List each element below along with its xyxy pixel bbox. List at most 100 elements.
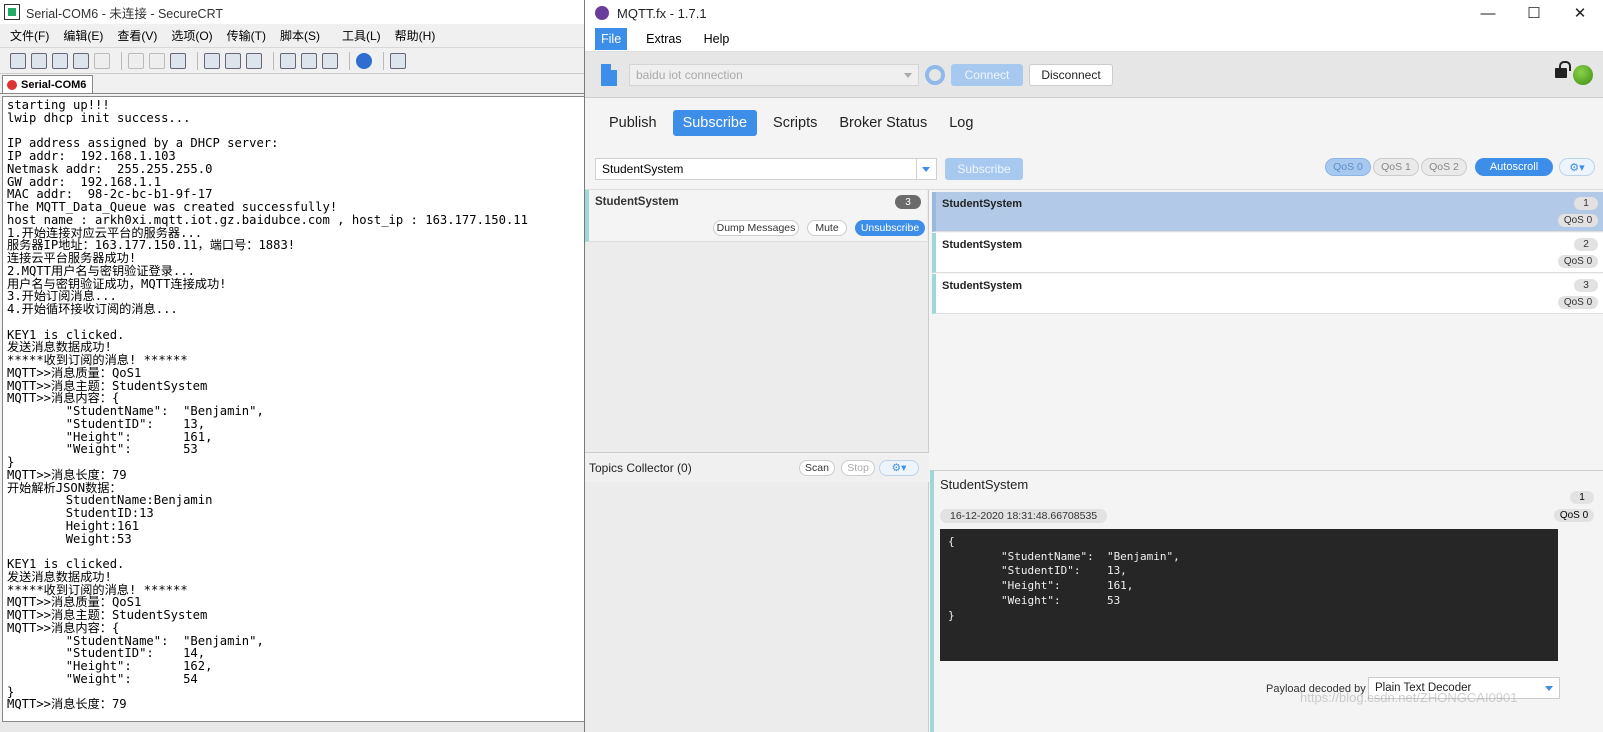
crt-menu-view[interactable]: 查看(V) bbox=[117, 27, 157, 44]
connection-profile-icon[interactable] bbox=[601, 63, 617, 86]
message-item[interactable]: StudentSystem 3 QoS 0 bbox=[932, 274, 1603, 314]
connect-button[interactable]: Connect bbox=[951, 63, 1023, 86]
mqttfx-logo-icon bbox=[595, 6, 609, 20]
subscription-topic: StudentSystem bbox=[595, 196, 679, 208]
message-topic: StudentSystem bbox=[942, 280, 1023, 292]
topic-input[interactable]: StudentSystem bbox=[595, 157, 917, 180]
menu-file[interactable]: File bbox=[595, 27, 628, 50]
connect-tab-icon[interactable] bbox=[52, 52, 68, 69]
autoscroll-toggle[interactable]: Autoscroll bbox=[1475, 158, 1553, 176]
qos1-toggle[interactable]: QoS 1 bbox=[1373, 158, 1419, 176]
reconnect-icon[interactable] bbox=[73, 52, 89, 69]
message-number-badge: 3 bbox=[1574, 279, 1598, 292]
crt-menu-script[interactable]: 脚本(S) bbox=[280, 27, 320, 44]
toolbar-separator bbox=[349, 51, 350, 70]
crt-menu-tools[interactable]: 工具(L) bbox=[342, 27, 381, 44]
keymap-icon[interactable] bbox=[322, 52, 338, 69]
tab-label: Serial-COM6 bbox=[21, 78, 87, 91]
session-options-icon[interactable] bbox=[280, 52, 296, 69]
detail-number-badge: 1 bbox=[1570, 491, 1594, 504]
subscription-item[interactable]: StudentSystem 3 Dump Messages Mute Unsub… bbox=[585, 190, 927, 242]
close-icon[interactable]: ✕ bbox=[1557, 0, 1603, 26]
crt-menu-help[interactable]: 帮助(H) bbox=[395, 27, 436, 44]
unsubscribe-button[interactable]: Unsubscribe bbox=[855, 220, 925, 236]
watermark: https://blog.csdn.net/ZHONGCAI0901 bbox=[1300, 690, 1518, 705]
tab-broker-status[interactable]: Broker Status bbox=[833, 110, 933, 136]
crt-menu-options[interactable]: 选项(O) bbox=[171, 27, 212, 44]
minimize-icon[interactable]: — bbox=[1465, 0, 1511, 26]
gear-icon[interactable] bbox=[925, 64, 945, 85]
subscriptions-pane: StudentSystem 3 Dump Messages Mute Unsub… bbox=[585, 190, 929, 732]
qos2-toggle[interactable]: QoS 2 bbox=[1421, 158, 1467, 176]
messages-pane: StudentSystem 1 QoS 0 StudentSystem 2 Qo… bbox=[930, 190, 1603, 732]
global-options-icon[interactable] bbox=[301, 52, 317, 69]
sftp-icon[interactable] bbox=[390, 52, 406, 69]
tab-serial-com6[interactable]: Serial-COM6 bbox=[2, 75, 94, 93]
qos0-toggle[interactable]: QoS 0 bbox=[1325, 158, 1371, 176]
stop-button[interactable]: Stop bbox=[841, 460, 875, 476]
connection-profile-select[interactable]: baidu iot connection bbox=[629, 63, 919, 86]
mqttfx-window: MQTT.fx - 1.7.1 — ☐ ✕ File Extras Help b… bbox=[584, 0, 1603, 732]
toolbar-separator bbox=[383, 51, 384, 70]
print-icon[interactable] bbox=[246, 52, 262, 69]
connection-status-led-icon bbox=[1573, 65, 1593, 85]
subscribe-button[interactable]: Subscribe bbox=[945, 157, 1023, 180]
mute-button[interactable]: Mute bbox=[807, 220, 847, 236]
message-topic: StudentSystem bbox=[942, 239, 1023, 251]
disconnect-button[interactable]: Disconnect bbox=[1029, 63, 1113, 86]
window-controls: — ☐ ✕ bbox=[1465, 0, 1603, 26]
disconnected-status-icon bbox=[7, 79, 17, 90]
toolbar-separator bbox=[197, 51, 198, 70]
payload-text: { "StudentName": "Benjamin", "StudentID"… bbox=[948, 535, 1180, 622]
disconnect-icon[interactable] bbox=[94, 52, 110, 69]
message-qos-badge: QoS 0 bbox=[1558, 255, 1598, 268]
securecrt-titlebar: Serial-COM6 - 未连接 - SecureCRT bbox=[0, 0, 599, 24]
tab-scripts[interactable]: Scripts bbox=[767, 110, 823, 136]
menu-help[interactable]: Help bbox=[701, 28, 733, 50]
securecrt-title: Serial-COM6 - 未连接 - SecureCRT bbox=[26, 6, 224, 21]
qos-selector: QoS 0 QoS 1 QoS 2 bbox=[1323, 158, 1467, 176]
detail-qos-badge: QoS 0 bbox=[1554, 509, 1594, 522]
message-item[interactable]: StudentSystem 2 QoS 0 bbox=[932, 233, 1603, 273]
chevron-down-icon bbox=[904, 72, 912, 78]
topic-input-value: StudentSystem bbox=[602, 161, 684, 176]
dump-messages-button[interactable]: Dump Messages bbox=[713, 220, 799, 236]
securecrt-menubar: 文件(F) 编辑(E) 查看(V) 选项(O) 传输(T) 脚本(S) 工具(L… bbox=[0, 24, 599, 48]
crt-menu-transfer[interactable]: 传输(T) bbox=[227, 27, 266, 44]
toolbar-separator bbox=[273, 51, 274, 70]
tab-subscribe[interactable]: Subscribe bbox=[672, 110, 758, 136]
message-qos-badge: QoS 0 bbox=[1558, 296, 1598, 309]
tab-log[interactable]: Log bbox=[943, 110, 979, 136]
paste-icon[interactable] bbox=[149, 52, 165, 69]
message-item[interactable]: StudentSystem 1 QoS 0 bbox=[932, 192, 1603, 232]
connect-icon[interactable] bbox=[10, 52, 26, 69]
terminal-output[interactable]: starting up!!! lwip dhcp init success...… bbox=[2, 96, 598, 722]
payload-viewer[interactable]: { "StudentName": "Benjamin", "StudentID"… bbox=[940, 529, 1558, 661]
crt-menu-file[interactable]: 文件(F) bbox=[10, 27, 49, 44]
print-screen-icon[interactable] bbox=[204, 52, 220, 69]
mqttfx-titlebar: MQTT.fx - 1.7.1 — ☐ ✕ bbox=[585, 0, 1603, 26]
help-icon[interactable] bbox=[356, 52, 372, 69]
securecrt-tabbar: Serial-COM6 bbox=[0, 74, 599, 94]
quick-connect-icon[interactable] bbox=[31, 52, 47, 69]
connection-profile-value: baidu iot connection bbox=[636, 67, 743, 82]
detail-timestamp: 16-12-2020 18:31:48.66708535 bbox=[940, 509, 1108, 523]
scan-button[interactable]: Scan bbox=[799, 460, 835, 476]
securecrt-app-icon bbox=[4, 4, 20, 20]
maximize-icon[interactable]: ☐ bbox=[1511, 0, 1557, 26]
menu-extras[interactable]: Extras bbox=[643, 28, 684, 50]
crt-menu-edit[interactable]: 编辑(E) bbox=[63, 27, 103, 44]
tab-publish[interactable]: Publish bbox=[603, 110, 663, 136]
subscribe-bar: StudentSystem Subscribe QoS 0 QoS 1 QoS … bbox=[585, 148, 1603, 190]
copy-icon[interactable] bbox=[128, 52, 144, 69]
message-number-badge: 1 bbox=[1574, 197, 1598, 210]
lock-icon bbox=[1555, 61, 1571, 78]
connection-bar: baidu iot connection Connect Disconnect bbox=[585, 52, 1603, 98]
print-selection-icon[interactable] bbox=[225, 52, 241, 69]
topic-history-dropdown[interactable] bbox=[917, 157, 937, 180]
message-topic: StudentSystem bbox=[942, 198, 1023, 210]
main-tabs: Publish Subscribe Scripts Broker Status … bbox=[585, 98, 1603, 148]
collector-settings-icon[interactable]: ⚙▾ bbox=[879, 460, 919, 476]
settings-gear-icon[interactable]: ⚙▾ bbox=[1559, 158, 1595, 176]
find-icon[interactable] bbox=[170, 52, 186, 69]
